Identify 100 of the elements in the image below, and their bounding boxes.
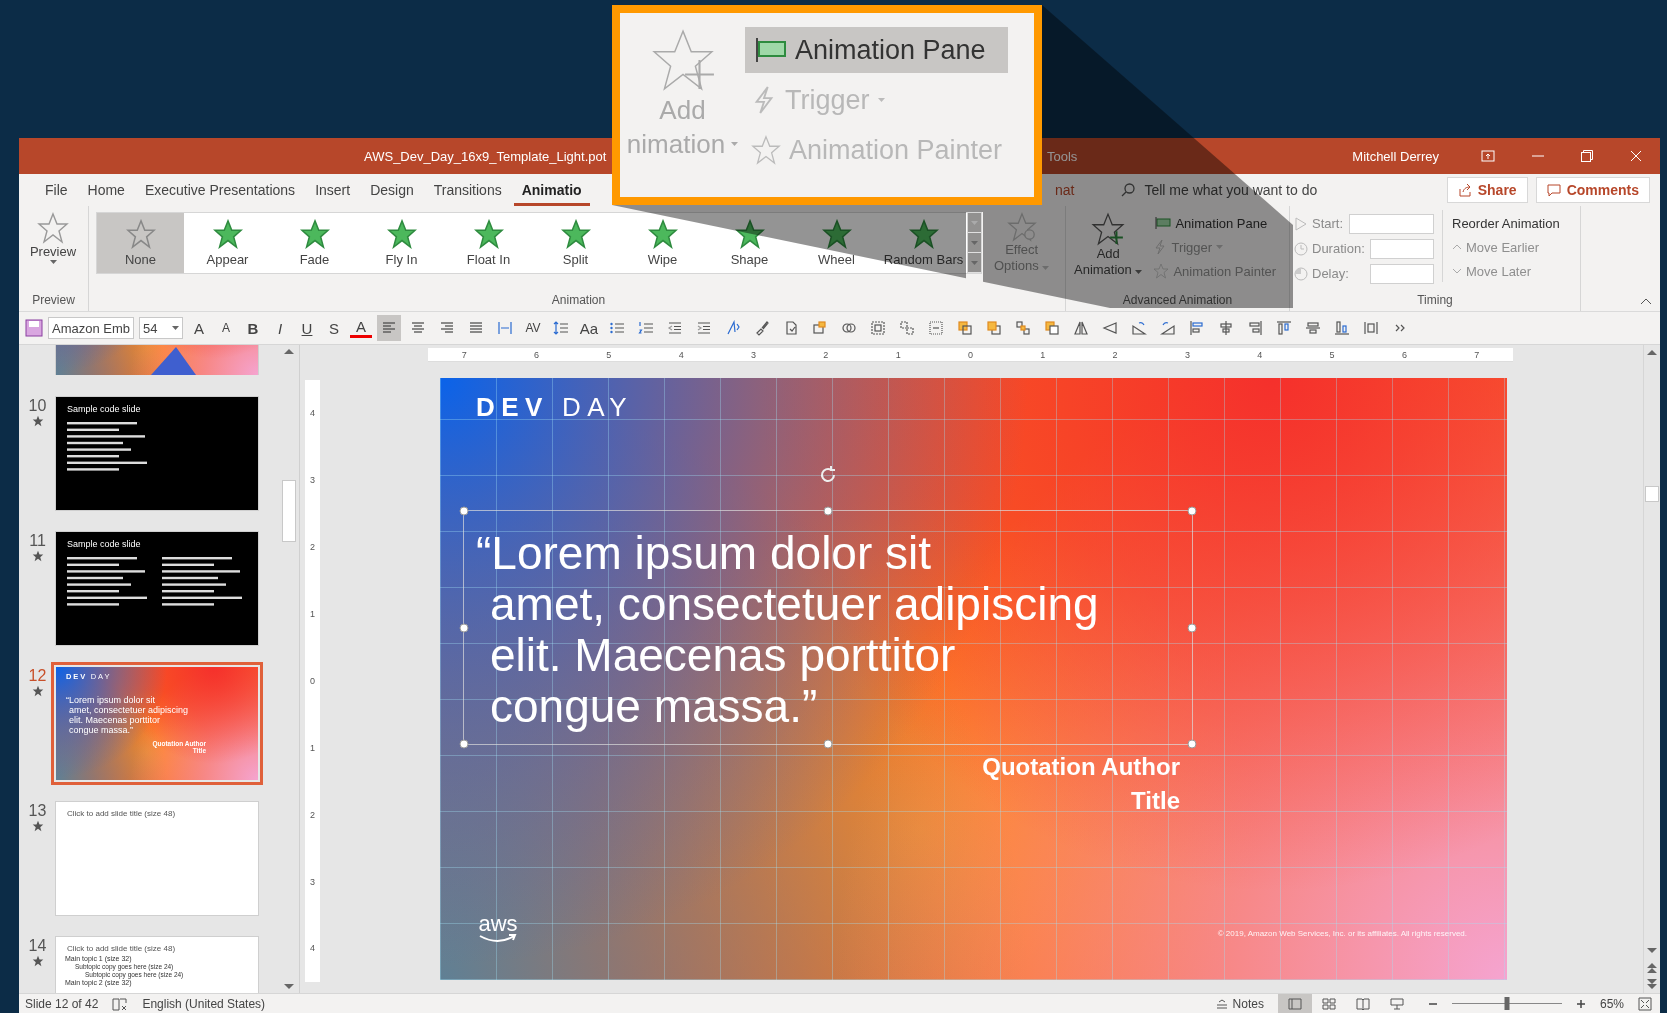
quote-line[interactable]: amet, consectetuer adipiscing xyxy=(490,579,1099,630)
search-icon xyxy=(1120,182,1137,198)
resize-handle[interactable] xyxy=(459,506,469,516)
chevron-down-icon xyxy=(1452,268,1462,274)
animation-effect[interactable]: Split xyxy=(532,213,619,273)
star-icon xyxy=(473,219,504,249)
caret-icon xyxy=(1216,245,1224,249)
resize-handle[interactable] xyxy=(459,739,469,749)
quote-line[interactable]: elit. Maecenas porttitor xyxy=(490,630,956,681)
share-button[interactable]: Share xyxy=(1446,177,1528,203)
timing-field[interactable] xyxy=(1370,238,1434,259)
ribbon-tab[interactable]: Insert xyxy=(307,174,359,206)
font-size-field[interactable]: 54 xyxy=(139,317,183,339)
star-icon xyxy=(386,219,417,249)
resize-handle[interactable] xyxy=(823,506,833,516)
star-icon xyxy=(647,219,678,249)
star-plus-icon xyxy=(1091,212,1126,246)
preview-button[interactable]: Preview xyxy=(23,210,83,266)
ruler-number: 4 xyxy=(1257,349,1263,360)
format-button[interactable]: S xyxy=(323,316,345,340)
scroll-thumb[interactable] xyxy=(1645,486,1659,502)
next-slide-icon[interactable] xyxy=(1647,979,1657,989)
zoom-in-icon[interactable] xyxy=(1575,998,1586,1009)
text-align-icon[interactable] xyxy=(377,315,401,341)
format-button[interactable]: B xyxy=(242,316,264,340)
callout-button[interactable]: Animation Pane xyxy=(745,27,1009,73)
scroll-down-icon[interactable] xyxy=(284,983,294,991)
ruler-number: 1 xyxy=(310,609,315,620)
timing-field[interactable] xyxy=(1370,263,1434,284)
caret-icon xyxy=(971,220,978,225)
add-animation-button[interactable]: Add Animation xyxy=(1070,210,1147,280)
animation-effect[interactable]: Wheel xyxy=(793,213,880,273)
slide-thumbnail[interactable]: Sample code slide xyxy=(56,397,258,510)
field-label: Delay: xyxy=(1312,266,1349,281)
resize-handle[interactable] xyxy=(823,739,833,749)
ruler-number: 4 xyxy=(310,408,315,419)
thumbnail-title: Sample code slide xyxy=(67,404,141,414)
resize-handle[interactable] xyxy=(459,623,469,632)
resize-handle[interactable] xyxy=(1187,506,1197,516)
star-icon xyxy=(212,219,243,249)
scroll-down-icon[interactable] xyxy=(1647,947,1657,955)
slide-number: 12 xyxy=(28,667,47,685)
spelling-icon[interactable] xyxy=(112,996,129,1011)
slide-number: 11 xyxy=(29,532,46,550)
animation-effect[interactable]: Fly In xyxy=(358,213,445,273)
scroll-thumb[interactable] xyxy=(282,480,296,542)
search-field[interactable]: Tell me what you want to do xyxy=(1144,182,1318,198)
resize-handle[interactable] xyxy=(1187,739,1197,749)
character-spacing-button[interactable]: AV xyxy=(522,316,544,340)
format-button[interactable]: A xyxy=(350,318,372,338)
font-field[interactable]: Amazon Emb xyxy=(48,317,134,339)
pane-icon xyxy=(1153,217,1172,229)
zoom-thumb[interactable] xyxy=(1504,997,1510,1010)
zoom-level[interactable]: 65% xyxy=(1599,996,1624,1011)
change-case-button[interactable]: Aa xyxy=(578,316,600,340)
caret-icon xyxy=(49,260,57,264)
language-indicator[interactable]: English (United States) xyxy=(142,996,266,1011)
comments-button[interactable]: Comments xyxy=(1535,177,1650,203)
ruler-number: 5 xyxy=(1329,349,1335,360)
animation-effect[interactable]: Random Bars xyxy=(880,213,967,273)
animation-effect[interactable]: Appear xyxy=(184,213,271,273)
animation-effect[interactable]: Wipe xyxy=(619,213,706,273)
user-name[interactable]: Mitchell Derrey xyxy=(1352,148,1439,164)
ribbon-button[interactable]: Animation Pane xyxy=(1150,212,1280,234)
timing-field[interactable] xyxy=(1349,213,1434,234)
scroll-up-icon[interactable] xyxy=(284,347,294,355)
ribbon-tab[interactable]: Home xyxy=(79,174,133,206)
notes-button[interactable]: Notes xyxy=(1215,996,1264,1011)
scroll-up-icon[interactable] xyxy=(1647,348,1657,356)
caret-icon xyxy=(1135,270,1143,274)
ribbon-tab[interactable]: Design xyxy=(362,174,422,206)
triangle-shape xyxy=(151,347,196,375)
format-button[interactable]: I xyxy=(269,316,291,340)
slide-thumbnail[interactable]: Sample code slide xyxy=(56,532,258,645)
animation-effect[interactable]: Float In xyxy=(445,213,532,273)
field-label: Start: xyxy=(1312,216,1344,231)
callout-label: Add xyxy=(659,94,706,127)
format-button[interactable]: A xyxy=(188,316,210,340)
save-icon[interactable] xyxy=(25,319,43,337)
fit-slide-icon[interactable] xyxy=(1638,996,1652,1011)
quote-line[interactable]: “Lorem ipsum dolor sit xyxy=(476,528,932,579)
ruler-number: 2 xyxy=(310,809,315,820)
animation-effect[interactable]: Fade xyxy=(271,213,358,273)
ribbon-tab[interactable]: File xyxy=(37,174,76,206)
ribbon-tab[interactable]: Transitions xyxy=(425,174,510,206)
ruler-number: 6 xyxy=(1401,349,1407,360)
quote-line[interactable]: congue massa.” xyxy=(490,681,818,732)
slide-thumbnail[interactable]: Click to add slide title (size 48) xyxy=(56,802,258,915)
animation-effect[interactable]: Shape xyxy=(706,213,793,273)
collapse-ribbon-icon[interactable] xyxy=(1640,298,1652,305)
view-button[interactable] xyxy=(1277,993,1312,1013)
format-button[interactable]: A xyxy=(215,316,237,340)
callout-label: nimation xyxy=(626,127,739,161)
resize-handle[interactable] xyxy=(1187,623,1197,632)
format-button[interactable]: U xyxy=(296,316,318,340)
animation-effect[interactable]: None xyxy=(97,213,184,273)
previous-slide-icon[interactable] xyxy=(1647,963,1657,973)
group-label: Advanced Animation xyxy=(1121,292,1234,309)
slide-canvas[interactable] xyxy=(440,378,1507,980)
ribbon-tab[interactable]: Executive Presentations xyxy=(136,174,304,206)
